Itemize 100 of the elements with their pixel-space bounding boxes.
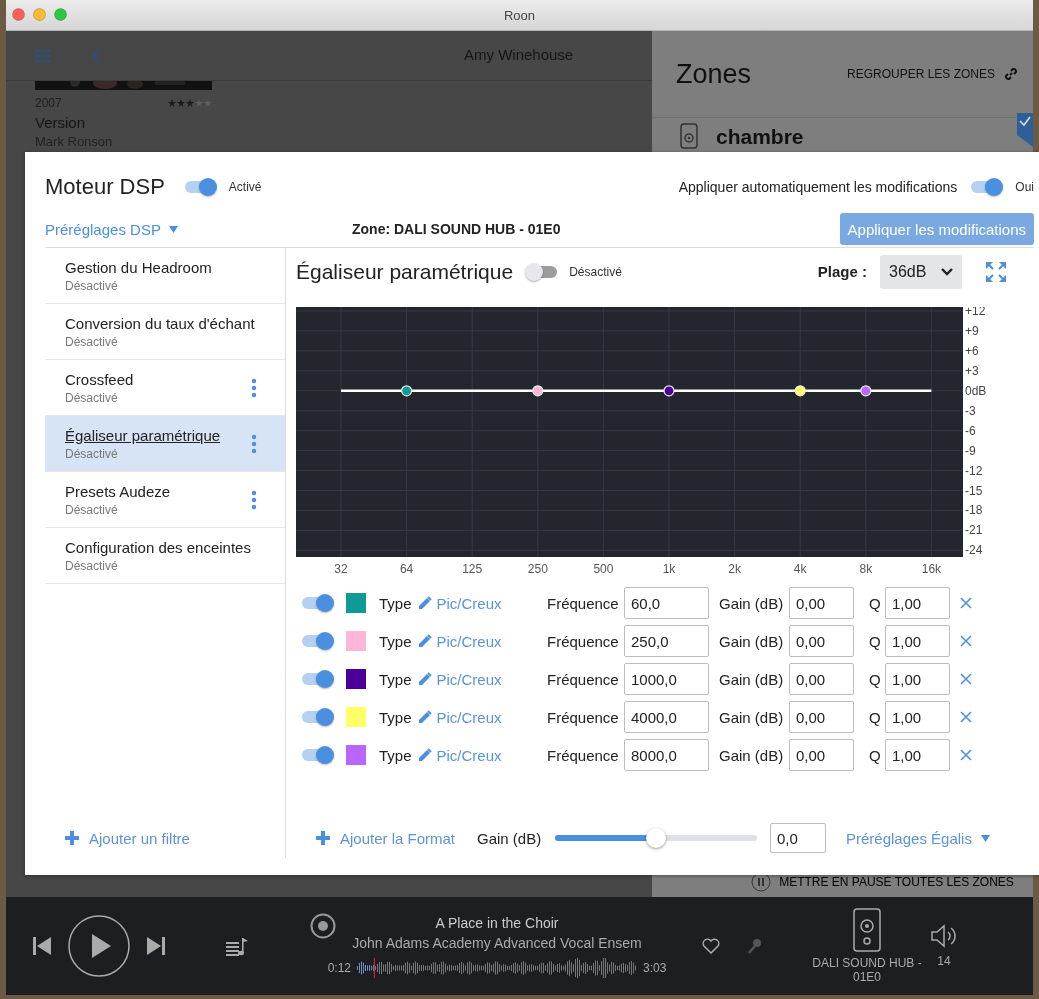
axis-label: 32	[334, 562, 348, 575]
next-icon[interactable]	[146, 936, 166, 956]
gain-field[interactable]: 0,00	[789, 701, 854, 733]
filter-point[interactable]	[663, 385, 675, 397]
q-field[interactable]: 1,00	[885, 625, 950, 657]
toggle-switch[interactable]	[300, 745, 334, 765]
close-button[interactable]	[12, 8, 25, 21]
module-status: Désactivé	[65, 446, 119, 461]
toggle-switch[interactable]	[300, 593, 334, 613]
field-label: Q	[869, 594, 882, 612]
module-title: Crossfeed	[65, 370, 135, 388]
expand-icon[interactable]	[986, 261, 1006, 282]
type-label: Type	[379, 632, 412, 650]
pencil-icon	[416, 633, 432, 649]
field-label: Fréquence	[547, 670, 620, 688]
axis-label: 250	[527, 562, 548, 575]
module-title: Conversion du taux d'échant	[65, 314, 256, 332]
module-title: Égaliseur paramétrique	[65, 426, 222, 444]
field-label: Q	[869, 632, 882, 650]
field-label: Gain (dB)	[719, 708, 785, 726]
field-label: Q	[869, 708, 882, 726]
type-label: Type	[379, 746, 412, 764]
filter-point[interactable]	[794, 385, 806, 397]
gain-field[interactable]: 0,00	[789, 625, 854, 657]
axis-label: -6	[965, 423, 976, 438]
axis-label: -3	[965, 403, 976, 418]
remove-icon[interactable]	[960, 749, 972, 761]
module-title: Configuration des enceintes	[65, 538, 252, 556]
q-field[interactable]: 1,00	[885, 587, 950, 619]
filter-point[interactable]	[401, 385, 413, 397]
field-label: Gain (dB)	[719, 670, 785, 688]
remove-icon[interactable]	[960, 711, 972, 723]
gain-slider[interactable]	[555, 828, 757, 848]
axis-label: 64	[399, 562, 414, 575]
frequency-field[interactable]: 8000,0	[624, 739, 709, 771]
module-status: Désactivé	[65, 390, 119, 405]
module-item[interactable]: Presets Audeze Désactivé	[45, 472, 285, 528]
axis-label: 125	[462, 562, 483, 575]
speaker-icon	[680, 123, 698, 149]
frequency-field[interactable]: 250,0	[624, 625, 709, 657]
field-label: Gain (dB)	[719, 632, 785, 650]
slider-thumb[interactable]	[646, 828, 666, 848]
gain-field[interactable]: 0,00	[789, 663, 854, 695]
track-title: A Place in the Choir	[435, 914, 559, 931]
more-icon[interactable]	[251, 377, 257, 398]
q-field[interactable]: 1,00	[885, 739, 950, 771]
heart-icon[interactable]	[702, 938, 720, 954]
module-item[interactable]: Conversion du taux d'échant Désactivé	[45, 304, 285, 360]
caret-icon	[980, 834, 990, 842]
toggle-switch[interactable]	[300, 631, 334, 651]
q-field[interactable]: 1,00	[885, 663, 950, 695]
play-button[interactable]	[68, 915, 130, 977]
gain-field[interactable]: 0,0	[770, 823, 826, 853]
radio-icon[interactable]	[310, 913, 336, 939]
zoom-button[interactable]	[54, 8, 67, 21]
field-label: Fréquence	[547, 708, 620, 726]
field-label: Q	[869, 746, 882, 764]
range-select[interactable]: 36dB	[880, 254, 962, 289]
filter-point[interactable]	[532, 385, 544, 397]
remove-icon[interactable]	[960, 635, 972, 647]
module-item[interactable]: Gestion du Headroom Désactivé	[45, 248, 285, 304]
frequency-field[interactable]: 1000,0	[624, 663, 709, 695]
pause-all-button[interactable]: METTRE EN PAUSE TOUTES LES ZONES	[732, 871, 1033, 893]
group-zones-button[interactable]: REGROUPER LES ZONES	[846, 66, 1019, 82]
toggle-switch[interactable]	[969, 176, 1004, 197]
axis-label: -24	[965, 543, 983, 558]
remove-icon[interactable]	[960, 597, 972, 609]
remove-icon[interactable]	[960, 673, 972, 685]
filter-point[interactable]	[860, 385, 872, 397]
gain-field[interactable]: 0,00	[789, 587, 854, 619]
plus-icon	[316, 831, 330, 845]
type-label: Type	[379, 594, 412, 612]
q-field[interactable]: 1,00	[885, 701, 950, 733]
module-title: Presets Audeze	[65, 482, 172, 500]
module-item[interactable]: Configuration des enceintes Désactivé	[45, 528, 285, 584]
volume-icon[interactable]	[930, 924, 958, 948]
section-title: Égaliseur paramétrique	[296, 259, 514, 284]
link-icon	[1003, 66, 1019, 82]
waveform-seekbar[interactable]	[357, 957, 637, 978]
axis-label: 2k	[728, 562, 741, 575]
field-label: Fréquence	[547, 594, 620, 612]
previous-icon[interactable]	[32, 936, 52, 956]
module-status: Désactivé	[65, 558, 119, 573]
speaker-icon[interactable]	[853, 908, 881, 952]
type-label: Type	[379, 670, 412, 688]
module-item[interactable]: Égaliseur paramétrique Désactivé	[45, 416, 285, 472]
more-icon[interactable]	[251, 433, 257, 454]
axis-label: +6	[965, 343, 979, 358]
queue-icon[interactable]	[226, 936, 248, 956]
toggle-switch[interactable]	[300, 669, 334, 689]
minimize-button[interactable]	[33, 8, 46, 21]
toggle-switch[interactable]	[300, 707, 334, 727]
axis-label: 1k	[662, 562, 676, 575]
track-artist: John Adams Academy Advanced Vocal Ensem	[352, 934, 642, 951]
panel-title: Zones	[676, 58, 753, 90]
frequency-field[interactable]: 4000,0	[624, 701, 709, 733]
gain-field[interactable]: 0,00	[789, 739, 854, 771]
frequency-field[interactable]: 60,0	[624, 587, 709, 619]
microphone-icon[interactable]	[748, 938, 762, 954]
more-icon[interactable]	[251, 489, 257, 510]
